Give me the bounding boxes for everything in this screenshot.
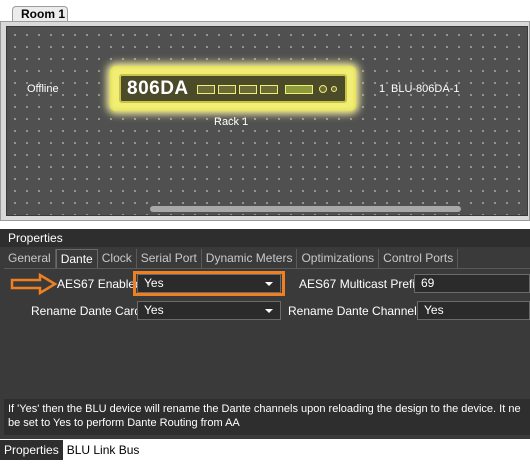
tab-blu-link-bus[interactable]: BLU Link Bus — [63, 440, 144, 460]
offline-status-label: Offline — [27, 83, 59, 95]
device-display-icon — [285, 85, 313, 94]
property-description: If 'Yes' then the BLU device will rename… — [4, 399, 530, 435]
tab-properties[interactable]: Properties — [0, 440, 63, 460]
rename-dante-card-value: Yes — [144, 303, 164, 317]
aes67-prefix-input[interactable]: 69 — [414, 274, 530, 293]
device-count: 1 — [379, 83, 386, 95]
device-led-icon — [319, 85, 327, 93]
horizontal-scrollbar[interactable] — [150, 206, 461, 212]
arrow-right-icon — [10, 273, 58, 295]
rename-dante-channels-label: Rename Dante Channels — [288, 304, 423, 318]
rename-dante-card-label: Rename Dante Card — [31, 304, 142, 318]
rename-dante-channels-select[interactable]: Yes — [417, 301, 530, 320]
chevron-down-icon — [265, 309, 273, 313]
device-806da[interactable]: 806DA — [110, 66, 356, 111]
design-canvas[interactable]: Offline 806DA Rack 1 1 BLU-806DA-1 — [6, 26, 528, 216]
device-led-icon — [331, 86, 337, 92]
rename-dante-card-select[interactable]: Yes — [137, 301, 281, 320]
tab-general[interactable]: General — [4, 249, 56, 268]
room-tab-strip: Room 1 — [0, 0, 530, 23]
tab-serial-port[interactable]: Serial Port — [137, 249, 202, 268]
room-frame: Offline 806DA Rack 1 1 BLU-806DA-1 — [0, 21, 530, 221]
properties-tabs: General Dante Clock Serial Port Dynamic … — [4, 249, 459, 268]
tab-dynamic-meters[interactable]: Dynamic Meters — [202, 249, 298, 268]
tab-dante[interactable]: Dante — [55, 249, 98, 268]
device-port-icon — [197, 85, 215, 94]
aes67-prefix-label: AES67 Multicast Prefix — [299, 277, 422, 291]
description-line-1: If 'Yes' then the BLU device will rename… — [8, 403, 521, 415]
aes67-enabled-label: AES67 Enabled — [57, 277, 142, 291]
bottom-tabs: Properties BLU Link Bus — [0, 440, 530, 460]
device-name-label: 806DA — [127, 78, 189, 99]
tab-optimizations[interactable]: Optimizations — [297, 249, 380, 268]
device-port-icon — [239, 85, 257, 94]
highlight-box — [133, 271, 285, 296]
properties-title: Properties — [0, 229, 530, 247]
tab-clock[interactable]: Clock — [98, 249, 137, 268]
description-line-2: be set to Yes to perform Dante Routing f… — [8, 417, 240, 429]
rename-dante-channels-value: Yes — [424, 303, 444, 317]
device-port-icon — [260, 85, 278, 94]
aes67-prefix-value: 69 — [421, 276, 435, 290]
tab-control-ports[interactable]: Control Ports — [379, 249, 459, 268]
rack-label: Rack 1 — [214, 116, 249, 128]
device-faceplate: 806DA — [119, 74, 347, 103]
device-model-label: BLU-806DA-1 — [391, 83, 460, 95]
tabs-divider — [4, 268, 530, 269]
device-port-icon — [218, 85, 236, 94]
